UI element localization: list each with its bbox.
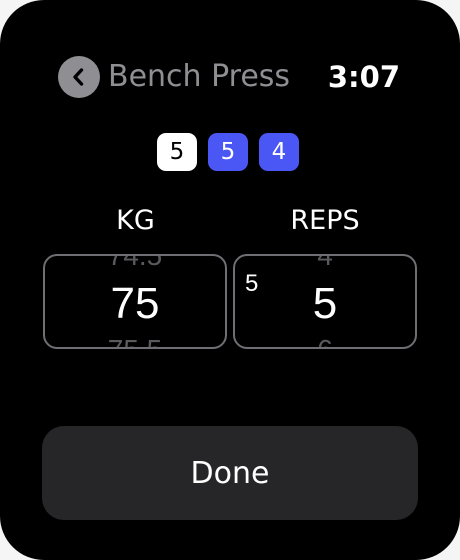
clock: 3:07	[327, 60, 400, 94]
kg-picker[interactable]: 74.5 75 75.5	[43, 254, 227, 349]
kg-prev-value: 74.5	[107, 254, 163, 271]
reps-prev-value: 4	[317, 254, 333, 271]
done-button[interactable]: Done	[42, 426, 418, 520]
header: Bench Press 3:07	[58, 54, 408, 98]
reps-current-value: 5	[312, 279, 338, 328]
set-chip-3[interactable]: 4	[259, 133, 299, 171]
kg-next-value: 75.5	[45, 334, 225, 347]
kg-current-value: 75	[110, 279, 160, 328]
chevron-left-icon[interactable]	[58, 56, 100, 98]
set-chip-1[interactable]: 5	[157, 133, 197, 171]
watch-screen: Bench Press 3:07 5 5 4 KG REPS 74.5 75 7…	[0, 0, 460, 560]
reps-label: REPS	[290, 205, 360, 236]
reps-next-value: 6	[235, 334, 415, 347]
kg-label: KG	[116, 205, 155, 236]
back-button[interactable]: Bench Press	[58, 56, 290, 98]
set-chip-2[interactable]: 5	[208, 133, 248, 171]
exercise-title: Bench Press	[108, 59, 291, 94]
set-list: 5 5 4	[157, 133, 299, 171]
reps-picker[interactable]: 5 4 5 6	[233, 254, 417, 349]
